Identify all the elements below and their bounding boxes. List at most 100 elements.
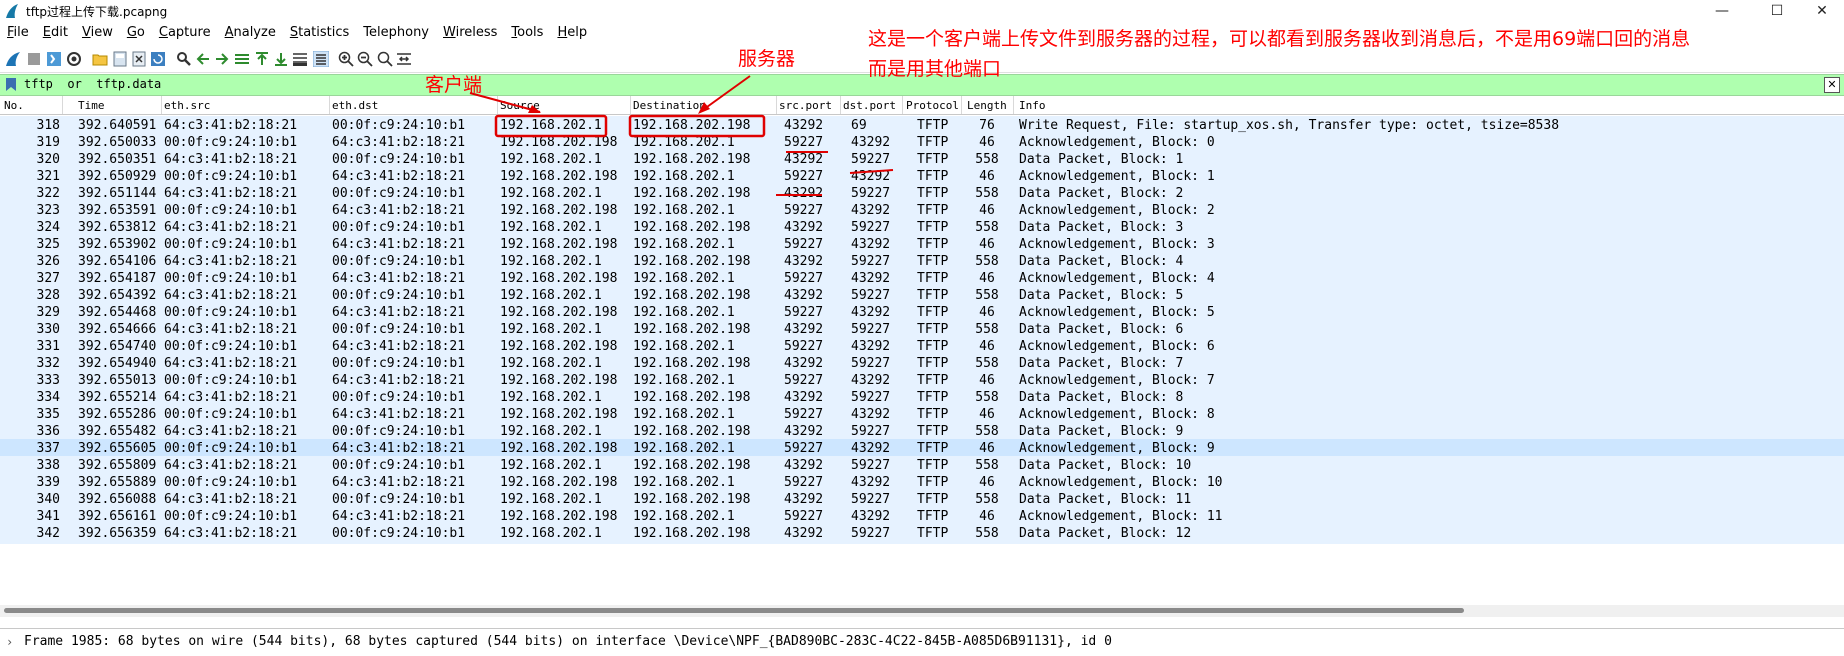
expand-arrow-icon[interactable]: › [6,635,13,649]
cell-protocol: TFTP [917,135,949,150]
cell-eth-dst: 64:c3:41:b2:18:21 [332,203,466,218]
column-no[interactable]: No. [4,99,24,112]
cell-protocol: TFTP [917,254,949,269]
menu-edit[interactable]: Edit [36,22,75,46]
cell-src-port: 43292 [784,254,824,269]
close-file-icon[interactable] [131,51,147,67]
cell-length: 46 [979,407,995,422]
menu-go[interactable]: Go [120,22,152,46]
go-to-packet-icon[interactable] [234,51,250,67]
go-back-icon[interactable] [195,51,211,67]
column-eth-src[interactable]: eth.src [164,99,210,112]
menu-telephony[interactable]: Telephony [356,22,436,46]
column-source[interactable]: Source [500,99,540,112]
cell-eth-src: 00:0f:c9:24:10:b1 [164,407,298,422]
resize-columns-icon[interactable] [396,51,412,67]
menu-view[interactable]: View [75,22,120,46]
packet-list-header: No. Time eth.src eth.dst Source Destinat… [0,96,1844,115]
cell-no: 342 [36,526,60,541]
menu-help[interactable]: Help [550,22,594,46]
column-time[interactable]: Time [78,99,105,112]
cell-eth-src: 64:c3:41:b2:18:21 [164,186,298,201]
normal-size-icon[interactable] [377,51,393,67]
colorize-icon[interactable] [313,51,329,67]
packet-list-scrollbar[interactable] [0,605,1844,617]
menu-wireless[interactable]: Wireless [436,22,504,46]
menu-statistics[interactable]: Statistics [283,22,356,46]
save-file-icon[interactable] [112,51,128,67]
go-forward-icon[interactable] [214,51,230,67]
column-dst-port[interactable]: dst.port [843,99,896,112]
cell-eth-dst: 00:0f:c9:24:10:b1 [332,118,466,133]
column-length[interactable]: Length [967,99,1007,112]
menu-capture[interactable]: Capture [152,22,218,46]
cell-no: 332 [36,356,60,371]
cell-destination: 192.168.202.1 [633,237,735,252]
maximize-button[interactable]: ☐ [1755,0,1799,22]
display-filter-input[interactable]: tftp or tftp.data [24,77,161,91]
cell-src-port: 59227 [784,407,824,422]
cell-source: 192.168.202.198 [500,271,618,286]
cell-destination: 192.168.202.198 [633,526,751,541]
cell-time: 392.656161 [78,509,157,524]
cell-destination: 192.168.202.1 [633,169,735,184]
cell-eth-src: 64:c3:41:b2:18:21 [164,152,298,167]
scrollbar-thumb[interactable] [4,608,1464,613]
go-first-icon[interactable] [254,51,270,67]
cell-time: 392.655889 [78,475,157,490]
menu-file[interactable]: File [0,22,36,46]
column-src-port[interactable]: src.port [779,99,832,112]
frame-summary[interactable]: Frame 1985: 68 bytes on wire (544 bits),… [24,634,1112,649]
cell-dst-port: 59227 [851,424,891,439]
cell-dst-port: 43292 [851,169,891,184]
annotation-client: 客户端 [425,74,483,96]
bookmark-icon[interactable] [4,77,18,92]
start-capture-icon[interactable] [5,51,21,67]
cell-info: Acknowledgement, Block: 6 [1019,339,1215,354]
cell-time: 392.640591 [78,118,157,133]
close-button[interactable]: ✕ [1800,0,1844,22]
zoom-out-icon[interactable] [357,51,373,67]
column-protocol[interactable]: Protocol [906,99,959,112]
stop-capture-icon[interactable] [26,51,42,67]
cell-time: 392.654666 [78,322,157,337]
cell-eth-dst: 00:0f:c9:24:10:b1 [332,458,466,473]
minimize-button[interactable]: — [1700,0,1744,22]
cell-eth-src: 64:c3:41:b2:18:21 [164,322,298,337]
cell-eth-dst: 64:c3:41:b2:18:21 [332,271,466,286]
cell-eth-src: 00:0f:c9:24:10:b1 [164,169,298,184]
menu-tools[interactable]: Tools [504,22,550,46]
cell-info: Data Packet, Block: 2 [1019,186,1184,201]
cell-eth-src: 64:c3:41:b2:18:21 [164,390,298,405]
zoom-in-icon[interactable] [338,51,354,67]
column-info[interactable]: Info [1019,99,1046,112]
cell-eth-src: 64:c3:41:b2:18:21 [164,254,298,269]
cell-time: 392.654740 [78,339,157,354]
column-destination[interactable]: Destination [633,99,706,112]
cell-destination: 192.168.202.198 [633,288,751,303]
cell-length: 558 [975,390,999,405]
clear-filter-icon[interactable]: ✕ [1824,77,1840,93]
cell-dst-port: 59227 [851,526,891,541]
packet-row[interactable]: 342 392.656359 64:c3:41:b2:18:21 00:0f:c9:2… [0,524,1844,544]
cell-length: 46 [979,441,995,456]
cell-info: Acknowledgement, Block: 11 [1019,509,1223,524]
cell-protocol: TFTP [917,169,949,184]
auto-scroll-icon[interactable] [292,51,308,67]
cell-info: Acknowledgement, Block: 9 [1019,441,1215,456]
cell-time: 392.654468 [78,305,157,320]
restart-capture-icon[interactable] [46,51,62,67]
open-file-icon[interactable] [92,51,108,67]
cell-length: 46 [979,237,995,252]
find-packet-icon[interactable] [176,51,192,67]
cell-eth-src: 00:0f:c9:24:10:b1 [164,305,298,320]
reload-file-icon[interactable] [150,51,166,67]
cell-eth-dst: 00:0f:c9:24:10:b1 [332,390,466,405]
menu-analyze[interactable]: Analyze [218,22,283,46]
capture-options-icon[interactable] [66,51,82,67]
go-last-icon[interactable] [273,51,289,67]
cell-dst-port: 43292 [851,203,891,218]
cell-length: 558 [975,424,999,439]
column-eth-dst[interactable]: eth.dst [332,99,378,112]
cell-length: 46 [979,305,995,320]
